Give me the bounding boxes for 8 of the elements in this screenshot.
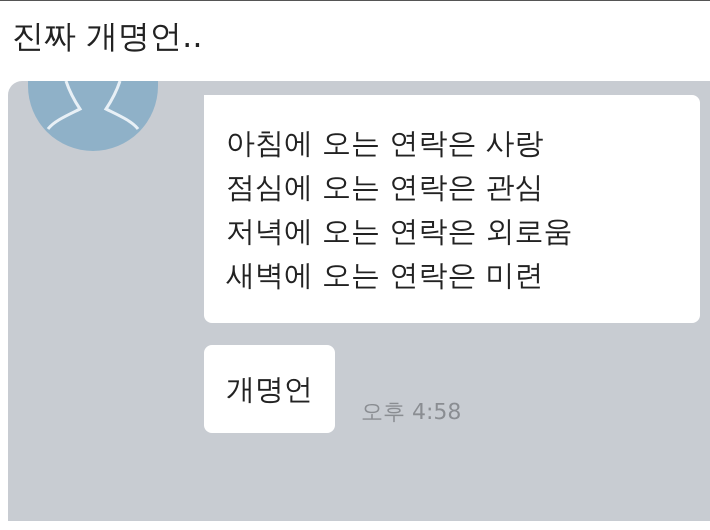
message-text: 저녁에 오는 연락은 외로움	[226, 213, 573, 250]
avatar-icon	[28, 81, 158, 151]
timestamp: 오후 4:58	[361, 399, 462, 427]
post-title: 진짜 개명언..	[11, 16, 204, 57]
message-text: 새벽에 오는 연락은 미련	[226, 257, 544, 294]
message-text: 아침에 오는 연락은 사랑	[226, 125, 544, 162]
message-text: 점심에 오는 연락은 관심	[226, 169, 544, 206]
message-text: 개명언	[226, 371, 313, 408]
